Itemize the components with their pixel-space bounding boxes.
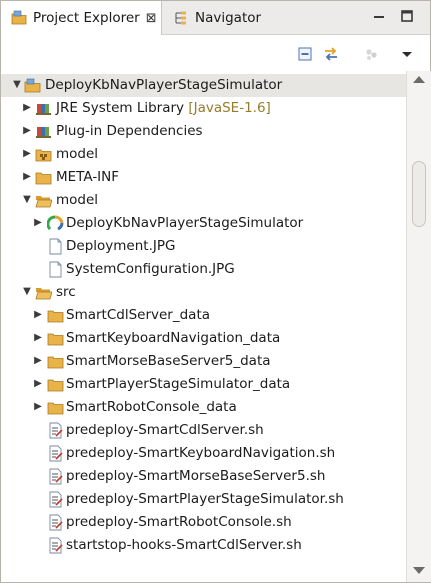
collapse-all-icon[interactable] [297,46,313,62]
tree-item[interactable]: ▶ Plug-in Dependencies [1,120,406,143]
tree-item-label: SmartMorseBaseServer5_data [66,353,271,369]
tree-item[interactable]: ▶ SmartRobotConsole_data [1,396,406,419]
tab-navigator[interactable]: Navigator [163,1,293,34]
script-icon [47,491,64,508]
folder-icon [47,307,64,324]
folder-icon [47,330,64,347]
model-icon [46,215,64,232]
chevron-down-icon[interactable]: ▼ [12,80,22,90]
tree-item-label: SmartKeyboardNavigation_data [66,330,281,346]
tree-item-label: DeployKbNavPlayerStageSimulator [66,215,304,231]
tree-item[interactable]: SystemConfiguration.JPG [1,258,406,281]
chevron-right-icon[interactable]: ▶ [22,149,32,159]
tab-project-explorer[interactable]: Project Explorer ⊠ [1,1,162,35]
maximize-icon[interactable] [400,9,414,23]
tree-item-label: predeploy-SmartMorseBaseServer5.sh [66,468,326,484]
tree-item[interactable]: ▶ SmartMorseBaseServer5_data [1,350,406,373]
chevron-down-icon[interactable]: ▼ [22,287,32,297]
tree-item-label: Plug-in Dependencies [56,123,203,139]
script-icon [47,445,64,462]
chevron-down-icon[interactable]: ▼ [22,195,32,205]
tree-item-label: predeploy-SmartKeyboardNavigation.sh [66,445,336,461]
script-icon [47,468,64,485]
tree-item-label: JRE System Library [56,100,185,116]
tree-item[interactable]: Deployment.JPG [1,235,406,258]
tree-item[interactable]: predeploy-SmartMorseBaseServer5.sh [1,465,406,488]
folder-icon [35,169,52,186]
tree-item-label: SmartCdlServer_data [66,307,211,323]
scroll-up-icon[interactable] [413,76,425,83]
tree-item-label: DeployKbNavPlayerStageSimulator [45,77,283,93]
close-icon[interactable]: ⊠ [146,11,157,26]
project-tree: ▼ DeployKbNavPlayerStageSimulator ▶ JRE … [1,71,406,582]
folder-icon [47,399,64,416]
focus-icon[interactable] [363,46,379,62]
tree-item[interactable]: startstop-hooks-SmartCdlServer.sh [1,534,406,557]
chevron-right-icon[interactable]: ▶ [33,310,43,320]
chevron-right-icon[interactable]: ▶ [33,402,43,412]
tree-item-project[interactable]: ▼ DeployKbNavPlayerStageSimulator [1,74,406,97]
chevron-right-icon[interactable]: ▶ [33,218,43,228]
chevron-right-icon[interactable]: ▶ [33,333,43,343]
file-icon [47,238,64,255]
project-icon [24,77,41,94]
tree-item-label: src [56,284,76,300]
link-with-editor-icon[interactable] [323,46,339,62]
script-icon [47,537,64,554]
tree-item-label: META-INF [56,169,120,185]
tree-item-label: predeploy-SmartRobotConsole.sh [66,514,292,530]
tab-label: Navigator [195,9,262,26]
view-menu-icon[interactable] [399,46,415,62]
tree-item-label: Deployment.JPG [66,238,176,254]
library-icon [35,123,52,140]
tree-item[interactable]: predeploy-SmartKeyboardNavigation.sh [1,442,406,465]
tree-item[interactable]: predeploy-SmartPlayerStageSimulator.sh [1,488,406,511]
tree-item[interactable]: ▶ DeployKbNavPlayerStageSimulator [1,212,406,235]
tree-item[interactable]: ▶ SmartCdlServer_data [1,304,406,327]
tree-item-label: model [56,192,99,208]
folder-icon [47,376,64,393]
tree-item[interactable]: ▼ model [1,189,406,212]
library-icon [35,100,52,117]
tree-item-label: model [56,146,99,162]
tree-item[interactable]: predeploy-SmartRobotConsole.sh [1,511,406,534]
scroll-down-icon[interactable] [413,567,425,574]
open-folder-icon [35,284,53,301]
tree-item-label: SmartRobotConsole_data [66,399,237,415]
tree-item[interactable]: ▼ src [1,281,406,304]
folder-icon [47,353,64,370]
chevron-right-icon[interactable]: ▶ [33,356,43,366]
tree-item[interactable]: ▶ SmartPlayerStageSimulator_data [1,373,406,396]
chevron-right-icon[interactable]: ▶ [33,379,43,389]
scrollbar-thumb[interactable] [412,161,426,227]
tree-item[interactable]: ▶ JRE System Library [JavaSE-1.6] [1,97,406,120]
tree-item-label: SystemConfiguration.JPG [66,261,235,277]
jre-version-decoration: [JavaSE-1.6] [188,100,271,116]
script-icon [47,514,64,531]
package-folder-icon [35,146,52,163]
project-explorer-icon [11,10,27,26]
tree-item[interactable]: ▶ META-INF [1,166,406,189]
tab-label: Project Explorer [33,10,140,26]
tree-item-label: predeploy-SmartCdlServer.sh [66,422,264,438]
script-icon [47,422,64,439]
tree-item[interactable]: ▶ model [1,143,406,166]
view-toolbar [1,35,430,71]
tree-item-label: startstop-hooks-SmartCdlServer.sh [66,537,302,553]
chevron-right-icon[interactable]: ▶ [22,172,32,182]
minimize-icon[interactable] [372,9,386,23]
chevron-right-icon[interactable]: ▶ [22,126,32,136]
tree-item-label: predeploy-SmartPlayerStageSimulator.sh [66,491,344,507]
vertical-scrollbar[interactable] [406,71,431,582]
chevron-right-icon[interactable]: ▶ [22,103,32,113]
file-icon [47,261,64,278]
tree-item-label: SmartPlayerStageSimulator_data [66,376,291,392]
project-explorer-view: Project Explorer ⊠ Navigator ▼ DeployKbN… [0,0,431,583]
navigator-icon [173,10,189,26]
tree-item[interactable]: predeploy-SmartCdlServer.sh [1,419,406,442]
view-tab-bar: Project Explorer ⊠ Navigator [1,1,430,35]
tree-item[interactable]: ▶ SmartKeyboardNavigation_data [1,327,406,350]
open-folder-icon [35,192,53,209]
